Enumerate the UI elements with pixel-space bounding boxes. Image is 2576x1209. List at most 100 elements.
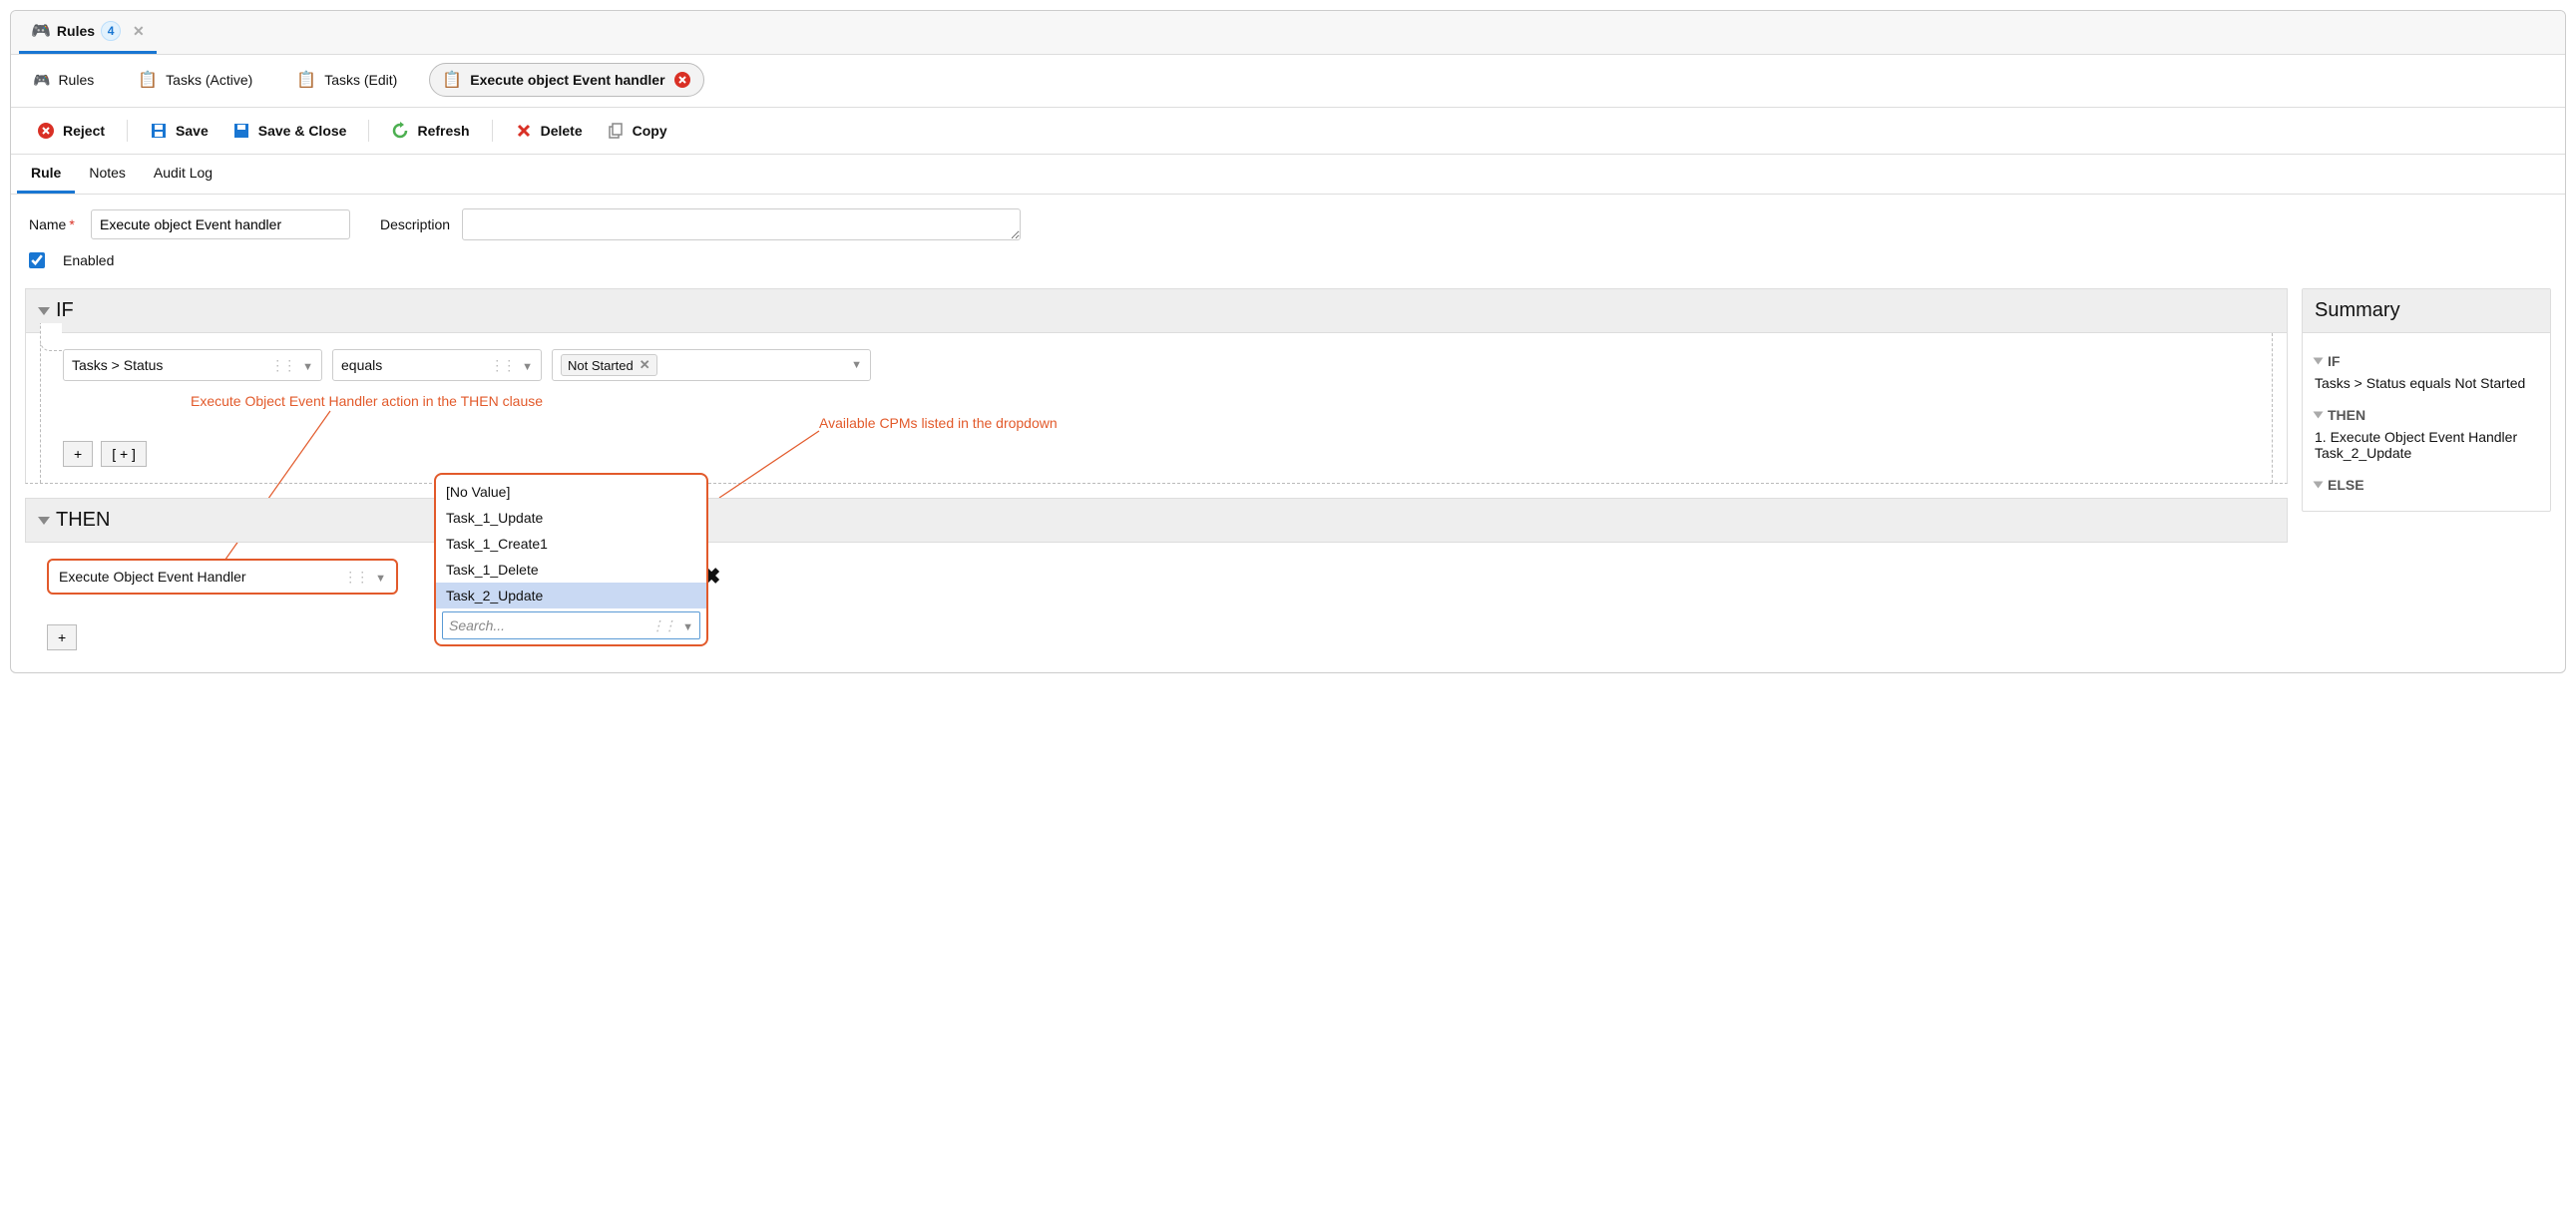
summary-then-label: THEN bbox=[2328, 407, 2365, 423]
bracket-icon bbox=[40, 323, 62, 351]
toolbar-label: Reject bbox=[63, 123, 105, 139]
inner-tab-rule[interactable]: Rule bbox=[17, 155, 75, 194]
if-title: IF bbox=[56, 299, 74, 322]
toolbar-label: Refresh bbox=[417, 123, 469, 139]
save-close-button[interactable]: Save & Close bbox=[220, 118, 359, 144]
then-title: THEN bbox=[56, 509, 110, 532]
sec-tab-rules[interactable]: 🎮 Rules bbox=[21, 66, 106, 95]
triangle-icon bbox=[2314, 412, 2324, 419]
reject-button[interactable]: Reject bbox=[25, 118, 117, 144]
reject-icon bbox=[37, 122, 55, 140]
secondary-tab-bar: 🎮 Rules 📋 Tasks (Active) 📋 Tasks (Edit) … bbox=[21, 63, 2555, 97]
then-section-header[interactable]: THEN bbox=[25, 498, 2288, 543]
remove-chip-icon[interactable]: ✕ bbox=[640, 357, 650, 373]
field-dropdown[interactable]: Tasks > Status ⋮⋮ ▼ bbox=[63, 349, 322, 381]
cpm-option-task1-create1[interactable]: Task_1_Create1 bbox=[436, 531, 706, 557]
divider bbox=[368, 120, 369, 142]
controller-icon: 🎮 bbox=[31, 21, 51, 41]
sec-tab-label: Execute object Event handler bbox=[470, 72, 664, 88]
chevron-down-icon: ▼ bbox=[851, 359, 862, 371]
drag-handle-icon: ⋮⋮ bbox=[343, 569, 367, 585]
add-group-button[interactable]: [ + ] bbox=[101, 441, 147, 467]
delete-button[interactable]: Delete bbox=[503, 118, 595, 144]
triangle-icon bbox=[2314, 358, 2324, 365]
chevron-down-icon: ▼ bbox=[522, 361, 533, 373]
sec-tab-label: Rules bbox=[58, 72, 94, 88]
sec-tab-execute-handler[interactable]: 📋 Execute object Event handler bbox=[429, 63, 703, 97]
annotation-cpm-dropdown: Available CPMs listed in the dropdown bbox=[819, 415, 1058, 431]
operator-value: equals bbox=[341, 357, 382, 373]
then-action-dropdown[interactable]: Execute Object Event Handler ⋮⋮ ▼ bbox=[47, 559, 398, 595]
save-close-icon bbox=[232, 122, 250, 140]
field-value: Tasks > Status bbox=[72, 357, 163, 373]
delete-icon bbox=[515, 122, 533, 140]
collapse-icon bbox=[38, 517, 50, 525]
summary-title: Summary bbox=[2303, 289, 2550, 333]
drag-handle-icon: ⋮⋮ bbox=[490, 357, 514, 373]
summary-then-text: 1. Execute Object Event Handler Task_2_U… bbox=[2315, 429, 2538, 461]
inner-tabs: Rule Notes Audit Log bbox=[11, 155, 2565, 195]
save-icon bbox=[150, 122, 168, 140]
name-label: Name* bbox=[29, 216, 79, 232]
summary-else-label: ELSE bbox=[2328, 477, 2364, 493]
enabled-label: Enabled bbox=[63, 252, 114, 268]
close-icon[interactable]: ✕ bbox=[133, 23, 145, 40]
description-label: Description bbox=[380, 216, 450, 232]
triangle-icon bbox=[2314, 482, 2324, 489]
cpm-option-novalue[interactable]: [No Value] bbox=[436, 479, 706, 505]
cpm-option-task1-update[interactable]: Task_1_Update bbox=[436, 505, 706, 531]
if-section-header[interactable]: IF bbox=[25, 288, 2288, 333]
operator-dropdown[interactable]: equals ⋮⋮ ▼ bbox=[332, 349, 542, 381]
sec-tab-tasks-active[interactable]: 📋 Tasks (Active) bbox=[126, 64, 264, 96]
close-icon[interactable] bbox=[673, 71, 691, 89]
inner-tab-audit[interactable]: Audit Log bbox=[140, 155, 226, 194]
clipboard-icon: 📋 bbox=[442, 70, 462, 90]
divider bbox=[492, 120, 493, 142]
chevron-down-icon: ▼ bbox=[375, 573, 386, 585]
sec-tab-label: Tasks (Active) bbox=[166, 72, 252, 88]
annotation-then-action: Execute Object Event Handler action in t… bbox=[191, 393, 543, 409]
toolbar-label: Save bbox=[176, 123, 209, 139]
copy-button[interactable]: Copy bbox=[595, 118, 679, 144]
refresh-icon bbox=[391, 122, 409, 140]
clipboard-icon: 📋 bbox=[296, 70, 316, 90]
divider bbox=[127, 120, 128, 142]
chevron-down-icon: ▼ bbox=[682, 621, 693, 633]
cpm-search-input[interactable]: Search... ⋮⋮ ▼ bbox=[442, 611, 700, 639]
save-button[interactable]: Save bbox=[138, 118, 220, 144]
summary-if-label: IF bbox=[2328, 353, 2340, 369]
value-dropdown[interactable]: Not Started ✕ ▼ bbox=[552, 349, 871, 381]
sec-tab-tasks-edit[interactable]: 📋 Tasks (Edit) bbox=[284, 64, 409, 96]
drag-handle-icon: ⋮⋮ bbox=[270, 357, 294, 373]
controller-icon: 🎮 bbox=[33, 72, 50, 89]
enabled-checkbox[interactable] bbox=[29, 252, 45, 268]
then-action-value: Execute Object Event Handler bbox=[59, 569, 246, 585]
rules-count-badge: 4 bbox=[101, 21, 121, 41]
cpm-option-task2-update[interactable]: Task_2_Update bbox=[436, 583, 706, 608]
cpm-dropdown-popup: [No Value] Task_1_Update Task_1_Create1 … bbox=[434, 473, 708, 646]
drag-handle-icon: ⋮⋮ bbox=[650, 617, 674, 633]
value-text: Not Started bbox=[568, 358, 634, 373]
toolbar-label: Delete bbox=[541, 123, 583, 139]
clipboard-icon: 📋 bbox=[138, 70, 158, 90]
summary-if-text: Tasks > Status equals Not Started bbox=[2315, 375, 2538, 391]
toolbar-label: Copy bbox=[633, 123, 667, 139]
summary-panel: Summary IF Tasks > Status equals Not Sta… bbox=[2302, 288, 2551, 512]
add-condition-button[interactable]: + bbox=[63, 441, 93, 467]
collapse-icon bbox=[38, 307, 50, 315]
action-toolbar: Reject Save Save & Close Refresh Delete … bbox=[11, 108, 2565, 155]
value-chip[interactable]: Not Started ✕ bbox=[561, 354, 657, 376]
top-tab-label: Rules bbox=[57, 23, 95, 39]
top-tab-rules[interactable]: 🎮 Rules 4 ✕ bbox=[19, 11, 157, 54]
toolbar-label: Save & Close bbox=[258, 123, 347, 139]
inner-tab-notes[interactable]: Notes bbox=[75, 155, 140, 194]
description-input[interactable] bbox=[462, 208, 1021, 240]
copy-icon bbox=[607, 122, 625, 140]
condition-row: Tasks > Status ⋮⋮ ▼ equals ⋮⋮ ▼ Not Star… bbox=[63, 349, 2262, 381]
refresh-button[interactable]: Refresh bbox=[379, 118, 481, 144]
top-tab-bar: 🎮 Rules 4 ✕ bbox=[11, 11, 2565, 55]
name-input[interactable] bbox=[91, 209, 350, 239]
add-action-button[interactable]: + bbox=[47, 624, 77, 650]
chevron-down-icon: ▼ bbox=[302, 361, 313, 373]
cpm-option-task1-delete[interactable]: Task_1_Delete bbox=[436, 557, 706, 583]
